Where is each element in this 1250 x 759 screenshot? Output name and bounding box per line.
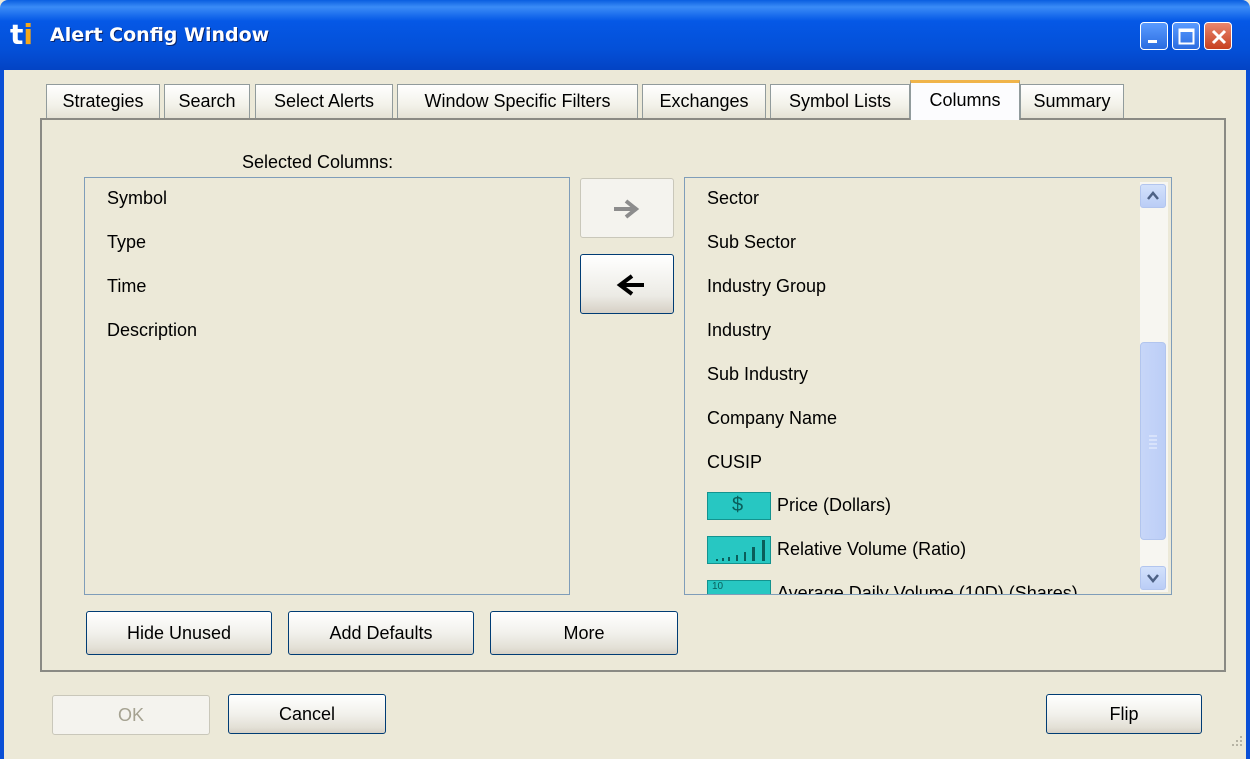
add-column-button[interactable] [580, 178, 674, 238]
list-item[interactable]: Average Daily Volume (10D) (Shares) [777, 583, 1078, 594]
close-icon [1211, 29, 1227, 45]
tab-select-alerts[interactable]: Select Alerts [255, 84, 393, 118]
list-item[interactable]: Industry Group [707, 276, 826, 297]
add-defaults-button[interactable]: Add Defaults [288, 611, 474, 655]
list-item[interactable]: Company Name [707, 408, 837, 429]
hide-unused-button[interactable]: Hide Unused [86, 611, 272, 655]
app-logo-icon: ti [10, 18, 33, 51]
list-item[interactable]: Relative Volume (Ratio) [777, 539, 966, 560]
available-columns-list[interactable]: Sector Sub Sector Industry Group Industr… [684, 177, 1172, 595]
list-item[interactable]: Symbol [107, 188, 167, 209]
resize-grip-icon[interactable] [1222, 730, 1246, 754]
window-frame-right [1246, 70, 1250, 759]
title-bar[interactable]: ti Alert Config Window [0, 0, 1250, 70]
tab-search[interactable]: Search [164, 84, 250, 118]
ok-button[interactable]: OK [52, 695, 210, 735]
list-item[interactable]: Sector [707, 188, 759, 209]
dollar-icon: $ [707, 492, 771, 520]
list-item[interactable]: Sub Sector [707, 232, 796, 253]
remove-column-button[interactable] [580, 254, 674, 314]
volume-10d-icon: 10 [707, 580, 771, 594]
scrollbar-thumb[interactable] [1140, 342, 1166, 540]
maximize-icon [1178, 28, 1195, 45]
chevron-down-icon [1147, 574, 1159, 583]
maximize-button[interactable] [1172, 22, 1200, 50]
volume-bars-icon [707, 536, 771, 564]
minimize-button[interactable] [1140, 22, 1168, 50]
list-item[interactable]: CUSIP [707, 452, 762, 473]
window-title: Alert Config Window [50, 24, 270, 46]
arrow-left-icon [616, 274, 644, 296]
tab-symbol-lists[interactable]: Symbol Lists [770, 84, 910, 118]
list-item[interactable]: Time [107, 276, 146, 297]
chevron-up-icon [1147, 191, 1159, 200]
close-button[interactable] [1204, 22, 1232, 50]
flip-button[interactable]: Flip [1046, 694, 1202, 734]
grip-icon [1149, 435, 1157, 449]
tab-strategies[interactable]: Strategies [46, 84, 160, 118]
selected-columns-label: Selected Columns: [242, 152, 394, 172]
list-item[interactable]: Price (Dollars) [777, 495, 891, 516]
tab-summary[interactable]: Summary [1020, 84, 1124, 118]
list-item[interactable]: Sub Industry [707, 364, 808, 385]
tab-columns[interactable]: Columns [910, 80, 1020, 120]
minimize-icon [1148, 40, 1157, 43]
list-item[interactable]: Type [107, 232, 146, 253]
list-item[interactable]: Description [107, 320, 197, 341]
scroll-up-button[interactable] [1140, 184, 1166, 208]
cancel-button[interactable]: Cancel [228, 694, 386, 734]
scroll-down-button[interactable] [1140, 566, 1166, 590]
window-frame-left [0, 70, 4, 759]
tab-window-specific-filters[interactable]: Window Specific Filters [397, 84, 638, 118]
selected-columns-list[interactable]: Symbol Type Time Description [84, 177, 570, 595]
arrow-right-icon [614, 199, 640, 219]
list-item[interactable]: Industry [707, 320, 771, 341]
more-button[interactable]: More [490, 611, 678, 655]
tab-exchanges[interactable]: Exchanges [642, 84, 766, 118]
